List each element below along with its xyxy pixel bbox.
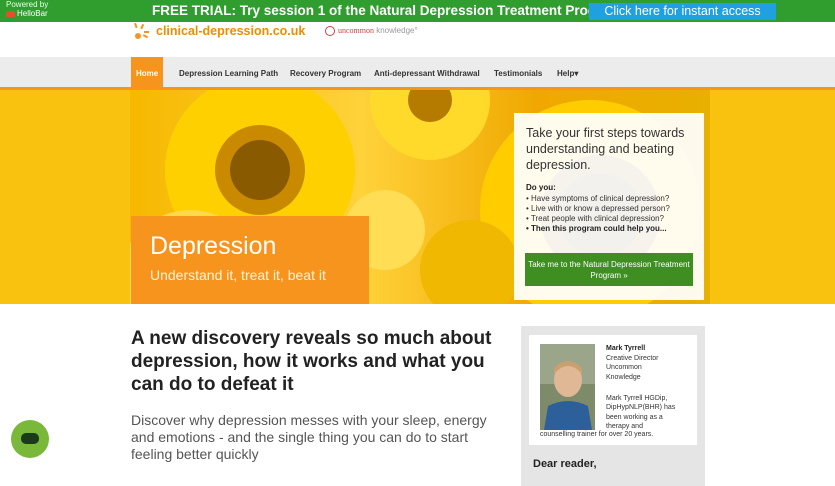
hellobar-brand: HelloBar	[6, 10, 48, 18]
powered-by-hellobar[interactable]: Powered by HelloBar	[6, 1, 48, 18]
cta-heading: Take your first steps towards understand…	[526, 126, 685, 172]
uncommon-knowledge-logo[interactable]: uncommon knowledge°	[338, 26, 418, 35]
nav-item-testimonials[interactable]: Testimonials	[489, 57, 547, 87]
nav-item-recovery-program[interactable]: Recovery Program	[285, 57, 366, 87]
nav-item-help[interactable]: Help▾	[552, 57, 583, 87]
uncommon-knowledge-logo-icon	[325, 26, 335, 36]
site-logo-text[interactable]: clinical-depression.co.uk	[156, 24, 305, 38]
author-bio: Mark Tyrrell HGDip, DipHypNLP(BHR) has b…	[606, 395, 676, 430]
article-headline: A new discovery reveals so much about de…	[131, 328, 492, 395]
author-portrait	[540, 344, 595, 430]
list-item: • Then this program could help you...	[526, 224, 667, 233]
hero-left-fill	[0, 90, 130, 304]
author-name: Mark Tyrrell	[606, 345, 646, 352]
hero-right-fill	[710, 90, 835, 304]
author-bio-continued: counselling trainer for over 20 years.	[540, 431, 654, 438]
letter-greeting: Dear reader,	[533, 458, 597, 470]
article-subheadline: Discover why depression messes with your…	[131, 412, 487, 462]
free-trial-message: FREE TRIAL: Try session 1 of the Natural…	[152, 3, 621, 18]
hellobar-logo-icon	[6, 10, 15, 17]
list-item: • Live with or know a depressed person?	[526, 204, 670, 213]
nav-item-depression-learning-path[interactable]: Depression Learning Path	[174, 57, 283, 87]
partner-name: uncommon	[338, 26, 374, 35]
cta-list: • Have symptoms of clinical depression? …	[526, 194, 702, 234]
hero-subtitle: Understand it, treat it, beat it	[150, 267, 326, 283]
hero-banner	[0, 90, 835, 304]
program-cta-button[interactable]: Take me to the Natural Depression Treatm…	[525, 253, 693, 286]
site-header: clinical-depression.co.uk uncommon knowl…	[0, 22, 835, 57]
partner-suffix: knowledge°	[374, 26, 418, 35]
chat-button[interactable]	[11, 420, 49, 458]
sun-logo-icon[interactable]	[132, 22, 152, 42]
main-nav: Home Depression Learning Path Recovery P…	[0, 57, 835, 90]
hero-title: Depression	[150, 232, 277, 260]
cta-question: Do you:	[526, 183, 556, 192]
author-photo	[540, 344, 595, 430]
list-item: • Treat people with clinical depression?	[526, 214, 664, 223]
author-role: Creative Director Uncommon Knowledge	[606, 355, 659, 381]
list-item: • Have symptoms of clinical depression?	[526, 194, 670, 203]
chat-icon	[21, 433, 39, 444]
powered-by-label: Powered by	[6, 0, 49, 9]
nav-item-home[interactable]: Home	[131, 57, 164, 87]
hellobar-brand-label: HelloBar	[17, 9, 48, 18]
instant-access-button[interactable]: Click here for instant access	[589, 3, 776, 20]
nav-item-antidepressant-withdrawal[interactable]: Anti-depressant Withdrawal	[369, 57, 485, 87]
hello-bar: Powered by HelloBar FREE TRIAL: Try sess…	[0, 0, 835, 22]
